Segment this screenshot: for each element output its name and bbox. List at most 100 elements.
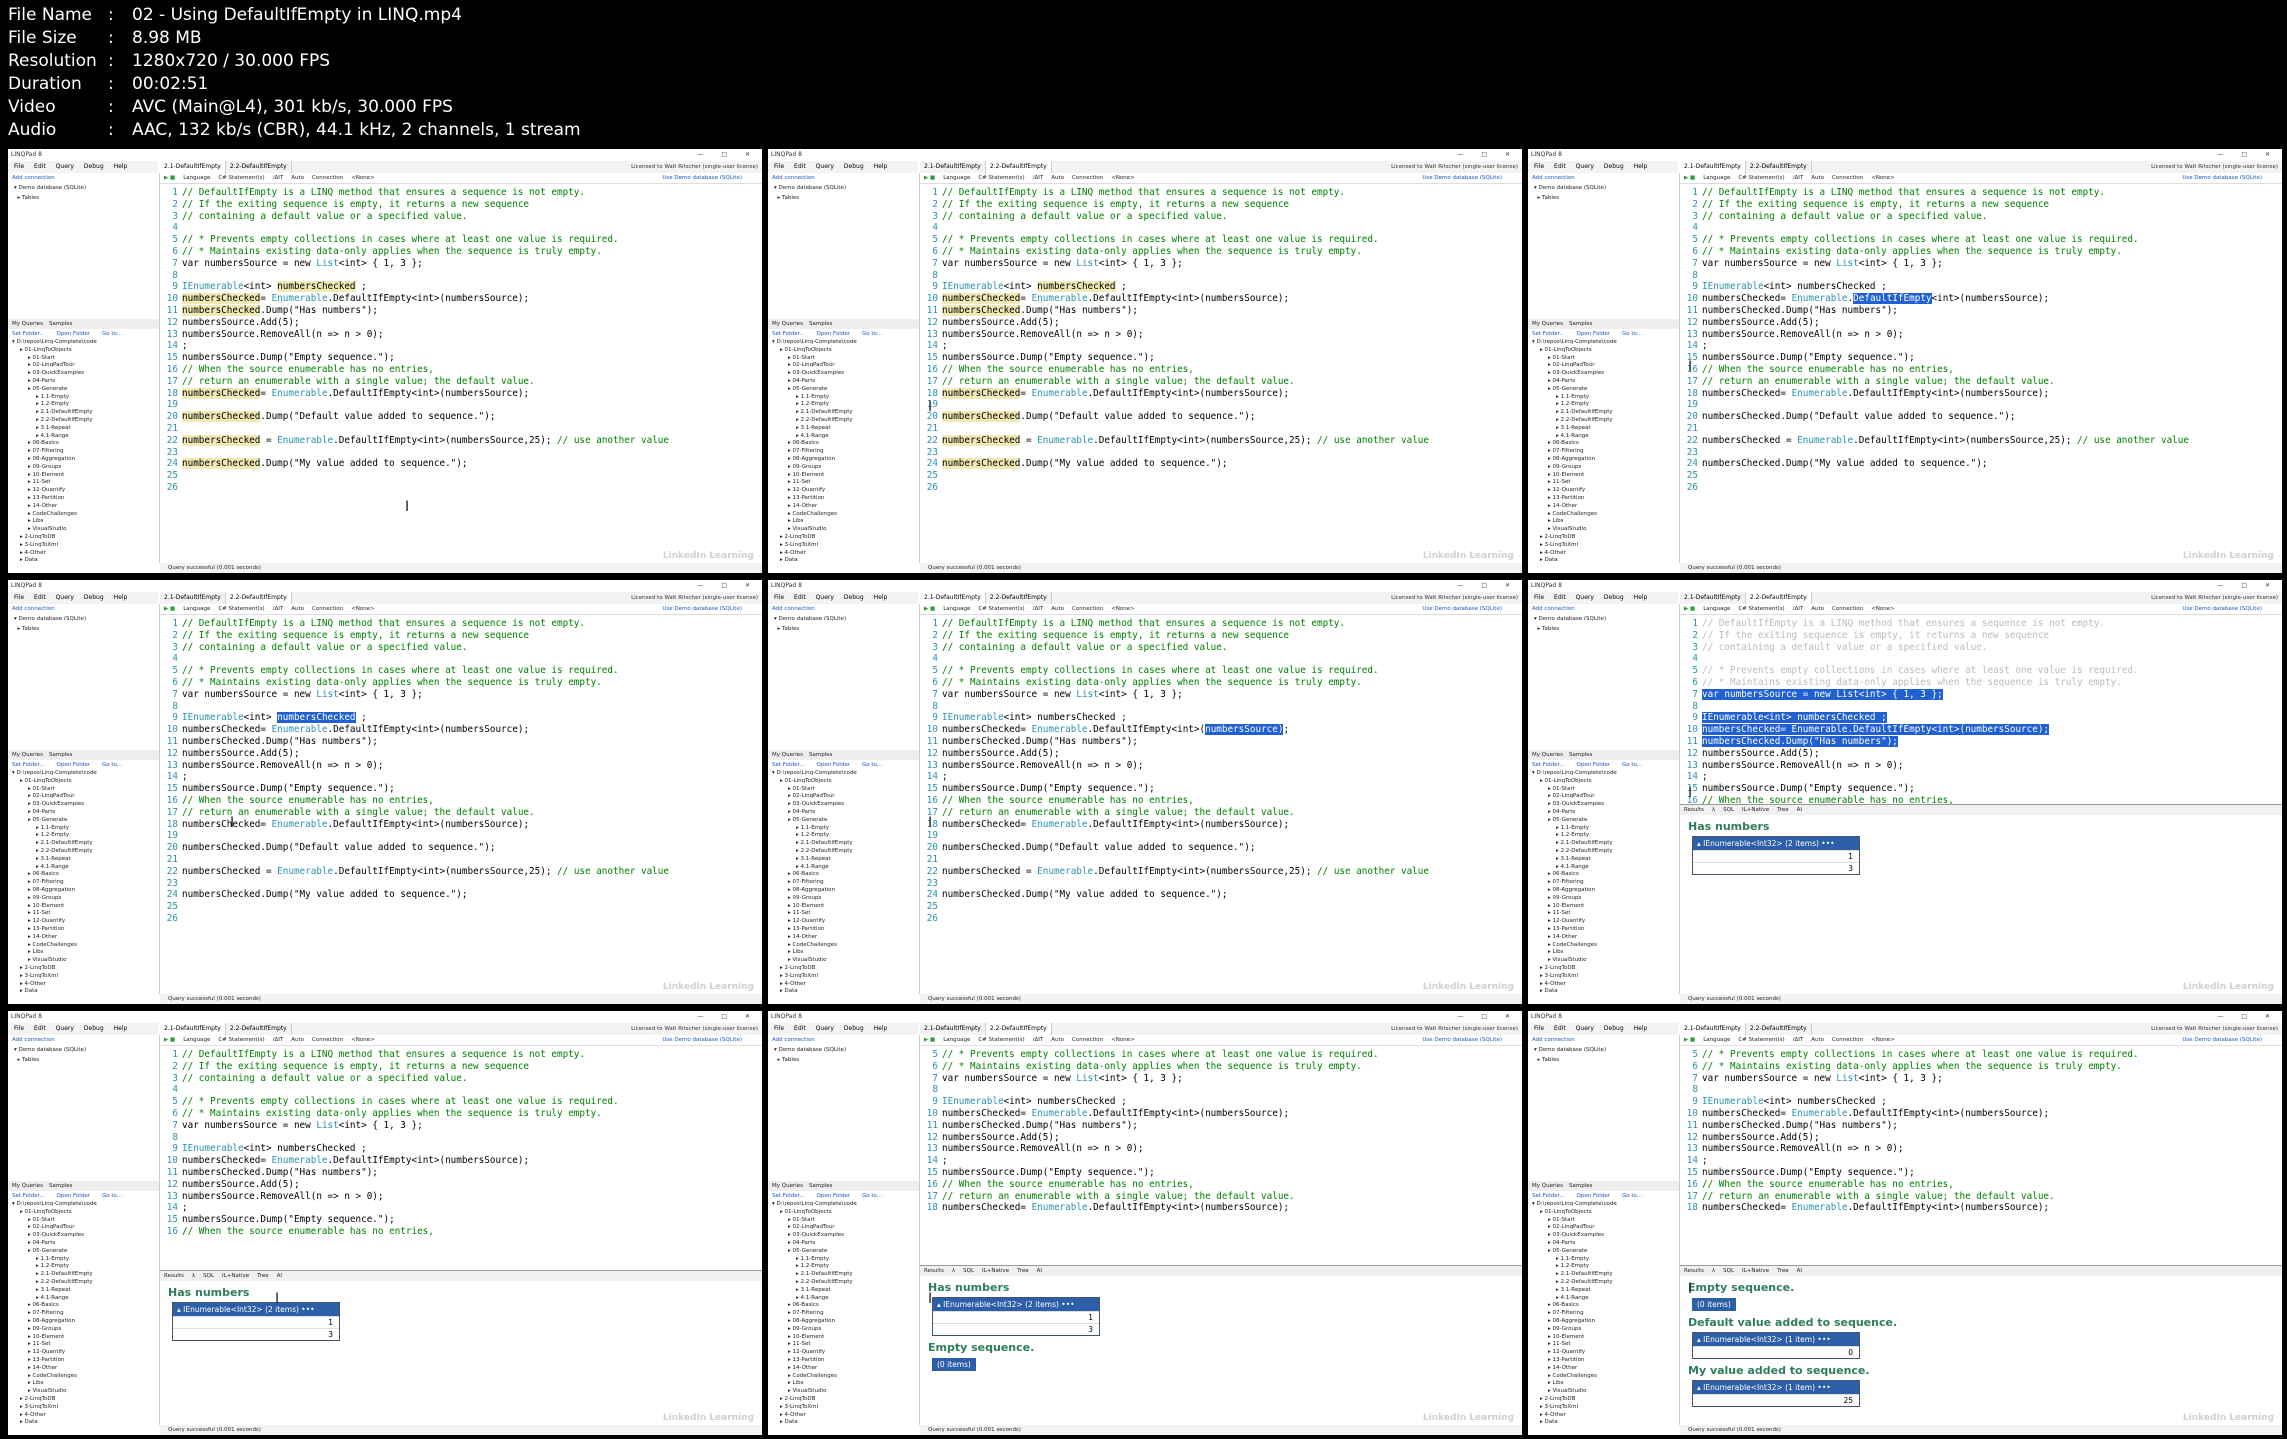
toolbar-item[interactable]: Auto	[1051, 1035, 1064, 1045]
results-tab[interactable]: Tree	[1777, 805, 1788, 815]
tree-item[interactable]: ▸ 3.1-Repeat	[12, 856, 159, 864]
tree-item[interactable]: ▸ 13-Partition	[1532, 495, 1679, 503]
queries-tab[interactable]: My Queries	[1532, 319, 1563, 329]
tree-item[interactable]: ▸ 4.1-Range	[12, 864, 159, 872]
tree-item[interactable]: ▸ 4.1-Range	[1532, 1295, 1679, 1303]
toolbar-item[interactable]: C# Statement(s)	[1738, 173, 1784, 183]
queries-tab[interactable]: Samples	[49, 1181, 73, 1191]
toolbar-item[interactable]: /ΔIT	[1033, 1035, 1044, 1045]
query-tab[interactable]: 2.2-DefaultIfEmpty	[1746, 1023, 1812, 1035]
tree-item[interactable]: ▸ 4.1-Range	[1532, 864, 1679, 872]
toolbar-item[interactable]: Language	[183, 1035, 210, 1045]
toolbar-item[interactable]: Language	[183, 604, 210, 614]
tree-item[interactable]: ▸ 12-Quantify	[12, 918, 159, 926]
tree-item[interactable]: ▸ Libs	[772, 1380, 919, 1388]
demo-db-link[interactable]: Use Demo database (SQLite)	[1422, 173, 1502, 183]
window-controls[interactable]: — □ ✕	[697, 580, 758, 592]
tree-item[interactable]: ▸ VisualStudio	[12, 1388, 159, 1396]
tree-item[interactable]: ▾ D:\repos\Linq-Complete\code	[12, 1201, 159, 1209]
tree-item[interactable]: ▸ Libs	[12, 949, 159, 957]
tree-item[interactable]: ▸ 08-Aggregation	[12, 1318, 159, 1326]
toolbar-item[interactable]: Language	[1703, 1035, 1730, 1045]
queries-tab[interactable]: Samples	[49, 319, 73, 329]
run-icon[interactable]: ▶ ■	[164, 1035, 175, 1045]
tree-item[interactable]: ▸ 1.1-Empty	[12, 394, 159, 402]
menu-item[interactable]: File	[1534, 161, 1544, 173]
tree-item[interactable]: ▸ 4.1-Range	[772, 864, 919, 872]
tree-item[interactable]: ▸ 2.2-DefaultIfEmpty	[1532, 1279, 1679, 1287]
query-tab[interactable]: 2.2-DefaultIfEmpty	[1746, 161, 1812, 173]
tree-item[interactable]: ▸ 04-Parts	[772, 1240, 919, 1248]
query-tab[interactable]: 2.1-DefaultIfEmpty	[160, 592, 226, 604]
toolbar-item[interactable]: C# Statement(s)	[1738, 604, 1784, 614]
queries-link[interactable]: Go to...	[1622, 1193, 1642, 1199]
menu-item[interactable]: Query	[816, 161, 834, 173]
tree-item[interactable]: ▸ 3.1-Repeat	[772, 425, 919, 433]
tables-item[interactable]: ▸ Tables	[8, 1055, 159, 1065]
toolbar-item[interactable]: <None>	[1871, 173, 1895, 183]
result-table-header[interactable]: ▴ IEnumerable<Int32> (2 items) •••	[1693, 837, 1859, 850]
window-controls[interactable]: — □ ✕	[1457, 1011, 1518, 1023]
result-table-header[interactable]: ▴ IEnumerable<Int32> (1 item) •••	[1693, 1333, 1859, 1346]
tree-item[interactable]: ▸ 01-LinqToObjects	[772, 778, 919, 786]
tree-item[interactable]: ▸ 12-Quantify	[772, 918, 919, 926]
tree-item[interactable]: ▸ 07-Filtering	[12, 1310, 159, 1318]
results-tab[interactable]: SQL	[1723, 805, 1734, 815]
tree-item[interactable]: ▸ Libs	[1532, 949, 1679, 957]
results-tab[interactable]: SQL	[203, 1271, 214, 1281]
tree-item[interactable]: ▸ 02-LinqPadTour	[772, 362, 919, 370]
add-connection-link[interactable]: Add connection	[768, 173, 919, 183]
tree-item[interactable]: ▾ D:\repos\Linq-Complete\code	[12, 770, 159, 778]
tree-item[interactable]: ▸ Data	[772, 1419, 919, 1425]
tree-item[interactable]: ▸ Data	[1532, 1419, 1679, 1425]
tree-item[interactable]: ▸ 12-Quantify	[1532, 487, 1679, 495]
tree-item[interactable]: ▸ 4-Other	[772, 1412, 919, 1420]
toolbar-item[interactable]: C# Statement(s)	[218, 1035, 264, 1045]
menu-item[interactable]: File	[14, 592, 24, 604]
menu-item[interactable]: Debug	[1604, 592, 1624, 604]
menu-item[interactable]: Debug	[84, 592, 104, 604]
tree-item[interactable]: ▸ 11-Set	[772, 910, 919, 918]
toolbar-item[interactable]: Connection	[1832, 173, 1863, 183]
query-tab[interactable]: 2.1-DefaultIfEmpty	[1680, 161, 1746, 173]
query-tab[interactable]: 2.2-DefaultIfEmpty	[985, 1023, 1052, 1035]
tree-item[interactable]: ▸ 3.1-Repeat	[1532, 1287, 1679, 1295]
tables-item[interactable]: ▸ Tables	[1528, 1055, 1679, 1065]
results-tab[interactable]: SQL	[1723, 1266, 1734, 1276]
query-tab[interactable]: 2.1-DefaultIfEmpty	[1680, 1023, 1746, 1035]
menu-item[interactable]: Edit	[794, 592, 806, 604]
toolbar-item[interactable]: Auto	[1811, 173, 1824, 183]
run-icon[interactable]: ▶ ■	[924, 1035, 935, 1045]
tree-item[interactable]: ▸ 05-Generate	[12, 1248, 159, 1256]
add-connection-link[interactable]: Add connection	[8, 1035, 159, 1045]
tree-item[interactable]: ▸ VisualStudio	[772, 957, 919, 965]
menu-item[interactable]: File	[14, 1023, 24, 1035]
tree-item[interactable]: ▸ 4.1-Range	[772, 1295, 919, 1303]
tree-item[interactable]: ▸ 06-Basics	[772, 440, 919, 448]
tree-item[interactable]: ▸ 01-Start	[772, 786, 919, 794]
toolbar-item[interactable]: Language	[943, 1035, 970, 1045]
results-tab[interactable]: IL+Native	[222, 1271, 249, 1281]
tree-item[interactable]: ▸ 2.1-DefaultIfEmpty	[772, 409, 919, 417]
tree-item[interactable]: ▸ 2-LinqToDB	[12, 1396, 159, 1404]
tree-item[interactable]: ▸ 01-Start	[772, 1217, 919, 1225]
tree-item[interactable]: ▸ 11-Set	[772, 1341, 919, 1349]
toolbar-item[interactable]: Connection	[1832, 1035, 1863, 1045]
tree-item[interactable]: ▸ 1.2-Empty	[12, 401, 159, 409]
tree-item[interactable]: ▸ 4.1-Range	[12, 1295, 159, 1303]
tree-item[interactable]: ▸ 07-Filtering	[772, 448, 919, 456]
tree-item[interactable]: ▸ 03-QuickExamples	[1532, 370, 1679, 378]
queries-link[interactable]: Open Folder	[57, 1193, 90, 1199]
tree-item[interactable]: ▸ 10-Element	[1532, 903, 1679, 911]
tree-item[interactable]: ▸ 11-Set	[772, 479, 919, 487]
toolbar-item[interactable]: Auto	[291, 1035, 304, 1045]
add-connection-link[interactable]: Add connection	[768, 604, 919, 614]
tree-item[interactable]: ▸ 2-LinqToDB	[12, 534, 159, 542]
tree-item[interactable]: ▸ CodeChallenges	[772, 1373, 919, 1381]
results-tab[interactable]: λ	[1712, 1266, 1715, 1276]
results-tab[interactable]: SQL	[963, 1266, 974, 1276]
toolbar-item[interactable]: Language	[183, 173, 210, 183]
toolbar-item[interactable]: <None>	[1111, 1035, 1135, 1045]
tree-item[interactable]: ▸ 10-Element	[12, 472, 159, 480]
tree-item[interactable]: ▸ 06-Basics	[12, 440, 159, 448]
